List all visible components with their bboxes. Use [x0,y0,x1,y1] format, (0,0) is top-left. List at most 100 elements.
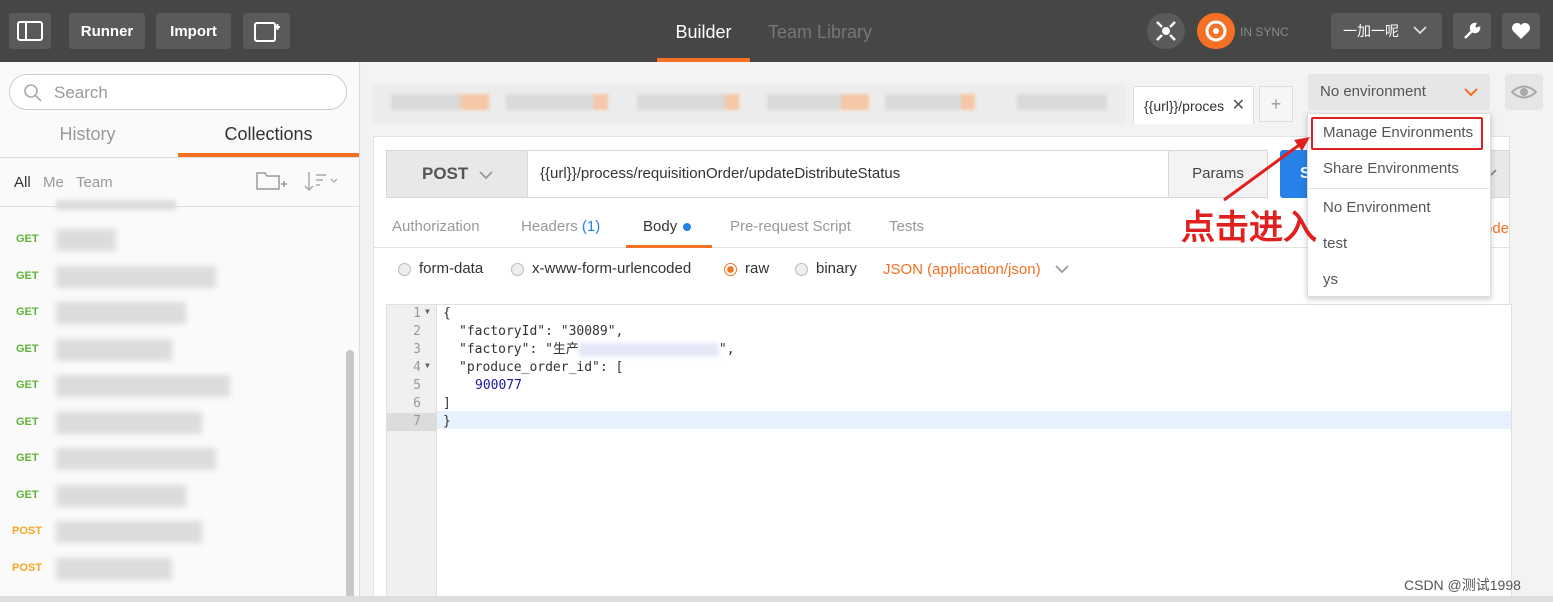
content-type-select[interactable]: JSON (application/json) [883,261,1069,278]
wrench-icon[interactable] [1453,13,1491,49]
url-input[interactable]: {{url}}/process/requisitionOrder/updateD… [527,150,1169,198]
sync-icon[interactable] [1197,13,1235,49]
tab-team-library[interactable]: Team Library [762,0,878,62]
menu-env-test[interactable]: test [1308,226,1492,262]
tab-builder[interactable]: Builder [657,0,750,62]
radio-raw[interactable] [724,263,737,276]
sidebar-scrollbar[interactable] [346,350,354,602]
tab-tests[interactable]: Tests [889,218,924,235]
sidebar: Search History Collections All Me Team G… [0,62,360,602]
list-item[interactable]: GET [0,295,345,331]
blurred-tab [391,94,461,110]
request-method: GET [16,306,39,318]
top-bar: Runner Import Builder Team Library IN SY… [0,0,1553,62]
menu-no-environment[interactable]: No Environment [1308,190,1492,226]
code-line: { [443,306,451,321]
annotation-arrow-icon [1223,137,1310,202]
runner-button[interactable]: Runner [69,13,145,49]
search-icon [23,83,43,108]
blurred-tab [885,94,961,110]
request-method: POST [12,525,42,537]
list-item[interactable]: GET [0,332,345,368]
redacted-request-name [56,229,116,251]
menu-share-environments[interactable]: Share Environments [1308,151,1492,187]
redacted-request-name [56,265,216,288]
redacted-value [578,342,719,357]
watermark: CSDN @测试1998 [1404,577,1521,593]
list-item[interactable]: GET [0,405,345,441]
tab-prerequest-script[interactable]: Pre-request Script [730,218,851,235]
tab-body[interactable]: Body [643,218,692,235]
filter-all[interactable]: All [14,174,31,191]
interceptor-icon[interactable] [1147,13,1185,49]
tab-authorization[interactable]: Authorization [392,218,480,235]
new-tab-button[interactable]: + [1259,86,1293,122]
eye-icon[interactable] [1505,74,1543,110]
list-item[interactable]: GET [0,222,345,258]
environment-value: No environment [1320,83,1426,100]
method-value: POST [422,164,469,183]
bottom-strip [0,596,1553,602]
radio-binary[interactable] [795,263,808,276]
radio-form-data[interactable] [398,263,411,276]
method-select[interactable]: POST [386,150,528,198]
import-button[interactable]: Import [156,13,231,49]
tab-collections[interactable]: Collections [178,124,359,156]
list-item[interactable]: GET [0,259,345,295]
line-number: 5 [413,378,421,393]
radio-label: raw [745,260,770,277]
line-gutter: 1 ▼ 2 3 4 ▼ 5 6 7 [387,305,437,602]
blurred-tab [961,94,975,110]
active-line-highlight [387,411,1511,429]
request-method: GET [16,452,39,464]
search-input[interactable]: Search [9,74,347,110]
line-number: 7 [387,413,437,431]
close-icon[interactable]: ✕ [1232,87,1245,125]
line-number: 3 [413,342,421,357]
open-request-tab[interactable]: {{url}}/proces ✕ [1133,86,1254,124]
list-item[interactable]: GET [0,478,345,514]
fold-arrow-icon[interactable]: ▼ [425,361,430,370]
request-method: GET [16,415,39,428]
new-collection-icon[interactable] [255,168,287,197]
headers-count: (1) [581,218,601,235]
radio-urlencoded[interactable] [511,263,524,276]
request-method: POST [12,561,42,574]
postman-app: Runner Import Builder Team Library IN SY… [0,0,1553,602]
new-window-icon[interactable] [243,13,290,49]
filter-team[interactable]: Team [76,174,113,191]
sync-status: IN SYNC [1240,25,1289,39]
request-method: GET [16,488,39,501]
body-dot-icon [683,223,692,232]
blurred-tab [725,94,739,110]
filter-me[interactable]: Me [43,174,64,191]
open-tab-label: {{url}}/proces [1144,98,1225,114]
tab-history[interactable]: History [0,124,175,156]
sort-icon[interactable] [304,170,340,197]
user-menu[interactable]: 一加一呢 [1331,13,1442,49]
tab-headers[interactable]: Headers (1) [521,218,600,235]
user-name: 一加一呢 [1343,24,1399,40]
code-line: "factory": "生产 ", [459,342,735,357]
chevron-down-icon [1413,23,1427,39]
list-item[interactable]: POST [0,551,345,587]
divider [0,157,359,158]
chevron-down-icon [1055,261,1069,278]
list-item[interactable]: GET [0,441,345,477]
blurred-tab [594,94,608,110]
blurred-tab [1017,94,1107,110]
redacted-request-name [56,338,172,361]
line-number: 2 [413,324,421,339]
radio-label: form-data [419,260,484,277]
heart-icon[interactable] [1502,13,1540,49]
list-item[interactable]: POST [0,514,345,550]
sidebar-toggle-icon[interactable] [9,13,51,49]
environment-select[interactable]: No environment [1308,74,1490,110]
code-line: 900077 [475,378,522,393]
menu-env-ys[interactable]: ys [1308,262,1492,298]
list-item[interactable]: GET [0,368,345,404]
fold-arrow-icon[interactable]: ▼ [425,307,430,316]
blurred-tab [767,94,841,110]
code-editor[interactable]: 1 ▼ 2 3 4 ▼ 5 6 7 { "factoryId": "30089"… [386,304,1512,602]
body-tab-underline [626,245,712,248]
